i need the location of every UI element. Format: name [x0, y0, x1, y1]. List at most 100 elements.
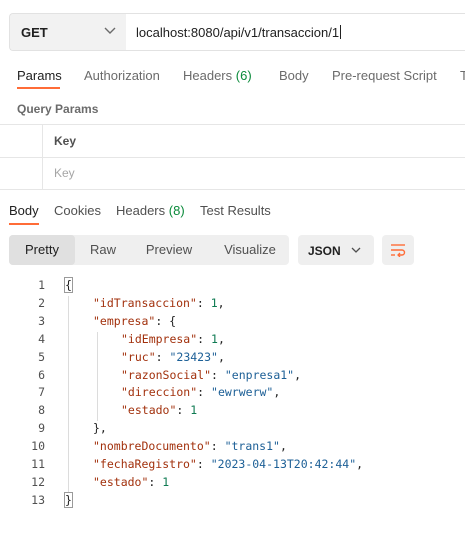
json-value: 1 — [211, 331, 218, 346]
json-value: 1 — [210, 295, 218, 310]
active-response-tab-indicator — [9, 223, 39, 225]
wrap-lines-button[interactable] — [382, 235, 414, 265]
tab-body[interactable]: Body — [279, 68, 309, 83]
line-number: 13 — [31, 492, 45, 507]
json-separator: : — [176, 403, 191, 418]
tab-cookies[interactable]: Cookies — [54, 203, 101, 218]
json-separator: : — [155, 349, 170, 364]
json-value: "trans1" — [224, 439, 280, 454]
key-input[interactable]: Key — [54, 166, 75, 180]
json-separator: : — [197, 385, 212, 400]
request-bar: GET localhost:8080/api/v1/transaccion/1 — [9, 13, 465, 51]
format-select[interactable]: JSON — [298, 235, 374, 265]
json-key: "estado" — [93, 474, 149, 489]
line-number: 10 — [31, 439, 45, 454]
code-line: 1{ — [0, 277, 465, 296]
format-label: JSON — [308, 244, 341, 258]
wrap-lines-icon — [391, 244, 406, 257]
json-key: "ruc" — [121, 349, 156, 364]
line-number: 12 — [31, 474, 45, 489]
json-value: "enpresa1" — [224, 367, 295, 382]
url-input[interactable]: localhost:8080/api/v1/transaccion/1 — [126, 14, 465, 50]
json-value: "ewrwerw" — [211, 385, 274, 400]
line-number: 5 — [38, 349, 45, 364]
line-number: 9 — [38, 421, 45, 436]
code-text: "empresa": { — [93, 314, 176, 328]
tab-tests-truncated[interactable]: T — [460, 68, 465, 83]
tab-response-body[interactable]: Body — [9, 203, 39, 218]
code-text: "nombreDocumento": "trans1", — [93, 439, 287, 453]
line-number: 1 — [38, 278, 45, 292]
code-line: 4 "idEmpresa": 1, — [0, 332, 465, 350]
view-pretty-button[interactable]: Pretty — [9, 235, 75, 265]
json-separator: : — [211, 367, 225, 382]
tab-response-headers[interactable]: Headers (8) — [116, 203, 185, 218]
json-key: "direccion" — [121, 385, 198, 400]
json-key: "razonSocial" — [121, 367, 212, 382]
tab-params[interactable]: Params — [17, 68, 62, 83]
code-line: 10 "nombreDocumento": "trans1", — [0, 439, 465, 457]
line-number: 4 — [38, 331, 45, 346]
view-raw-button[interactable]: Raw — [79, 235, 127, 265]
json-value: 1 — [190, 403, 198, 418]
chevron-down-icon — [351, 247, 361, 253]
code-text: { — [64, 277, 73, 293]
json-separator: : — [148, 474, 163, 489]
code-text: "razonSocial": "enpresa1", — [121, 368, 301, 382]
json-punctuation: , — [356, 457, 364, 471]
tab-authorization[interactable]: Authorization — [84, 68, 160, 83]
code-text: "direccion": "ewrwerw", — [121, 385, 280, 399]
json-punctuation: , — [217, 331, 225, 346]
json-key: "nombreDocumento" — [93, 439, 211, 454]
code-text: "idTransaccion": 1, — [93, 296, 225, 310]
json-key: "fechaRegistro" — [93, 457, 197, 471]
table-column-divider — [42, 124, 43, 190]
json-key: "empresa" — [93, 313, 156, 328]
view-visualize-button[interactable]: Visualize — [213, 235, 287, 265]
line-number: 11 — [31, 457, 45, 471]
json-separator: : — [197, 331, 212, 346]
code-text: } — [64, 491, 73, 508]
code-line: 9}, — [0, 421, 465, 439]
json-key: "idEmpresa" — [121, 331, 198, 346]
query-params-title: Query Params — [17, 102, 99, 116]
json-value: 1 — [162, 474, 170, 489]
table-border-top — [0, 124, 465, 125]
json-value: "2023-04-13T20:42:44" — [210, 457, 357, 471]
json-punctuation: , — [217, 349, 225, 364]
json-punctuation: , — [294, 367, 302, 382]
code-line: 6 "razonSocial": "enpresa1", — [0, 368, 465, 386]
code-line: 11 "fechaRegistro": "2023-04-13T20:42:44"… — [0, 457, 465, 475]
json-punctuation: , — [217, 295, 225, 310]
json-punctuation: , — [279, 439, 287, 454]
query-params-table: Key Key — [0, 124, 465, 190]
code-text: "estado": 1 — [93, 475, 169, 489]
json-separator: : — [196, 457, 211, 471]
code-line: 3 "empresa": { — [0, 314, 465, 332]
view-preview-button[interactable]: Preview — [133, 235, 205, 265]
json-separator: : — [196, 295, 211, 310]
code-line: 12 "estado": 1 — [0, 475, 465, 493]
json-punctuation: , — [273, 385, 281, 400]
json-punctuation: { — [64, 277, 73, 293]
response-tabs: Body Cookies Headers (8) Test Results — [0, 203, 465, 227]
json-punctuation: { — [169, 313, 177, 328]
tab-headers[interactable]: Headers (6) — [183, 68, 252, 83]
view-mode-switch: Pretty Raw Preview Visualize — [9, 235, 289, 265]
method-select[interactable]: GET — [10, 14, 127, 50]
code-text: "ruc": "23423", — [121, 350, 225, 364]
line-number: 2 — [38, 295, 45, 310]
tab-test-results[interactable]: Test Results — [200, 203, 271, 218]
method-label: GET — [21, 25, 48, 40]
json-key: "idTransaccion" — [93, 295, 197, 310]
chevron-down-icon — [104, 27, 116, 34]
tab-pre-request-script[interactable]: Pre-request Script — [332, 68, 437, 83]
code-text: }, — [93, 421, 107, 435]
json-punctuation: } — [64, 491, 73, 508]
code-line: 2 "idTransaccion": 1, — [0, 296, 465, 314]
line-number: 8 — [38, 403, 45, 418]
json-key: "estado" — [121, 403, 177, 418]
code-text: "fechaRegistro": "2023-04-13T20:42:44", — [93, 457, 363, 471]
active-tab-indicator — [17, 87, 60, 89]
url-text: localhost:8080/api/v1/transaccion/1 — [136, 25, 342, 40]
